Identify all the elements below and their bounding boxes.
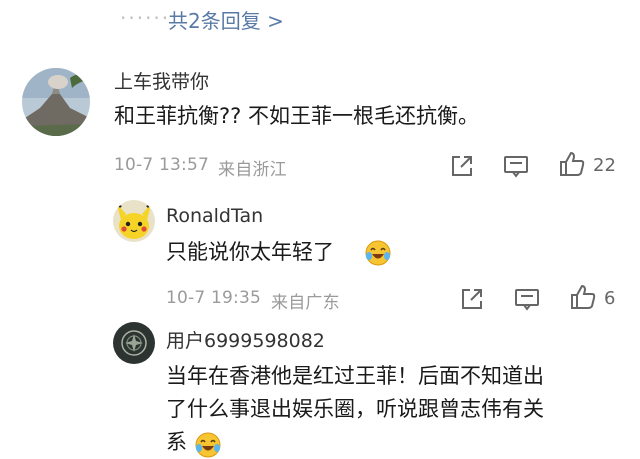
thumbs-up-icon: [571, 284, 596, 309]
comment-time: 10-7 19:35: [166, 288, 261, 308]
comment-button[interactable]: [503, 154, 529, 178]
comment-text: 和王菲抗衡?? 不如王菲一根毛还抗衡。: [114, 104, 479, 128]
like-button[interactable]: [558, 150, 586, 178]
share-icon: [462, 289, 482, 309]
share-button[interactable]: [450, 154, 474, 178]
avatar[interactable]: [113, 200, 155, 242]
comment-location: 来自广东: [271, 293, 340, 313]
pikachu-avatar-icon: [113, 200, 155, 242]
laughing-crying-emoji: [364, 239, 392, 267]
comment-text: 只能说你太年轻了: [166, 240, 334, 264]
dark-badge-avatar-icon: [113, 322, 155, 364]
comment-button[interactable]: [514, 287, 540, 311]
reply-count-link[interactable]: 共2条回复 >: [168, 5, 284, 34]
comment-username[interactable]: 上车我带你: [114, 67, 209, 94]
comment-username[interactable]: 用户6999598082: [166, 326, 325, 353]
comment-time: 10-7 13:57: [114, 155, 209, 175]
comment-text-line-1: 当年在香港他是红过王菲！后面不知道出: [166, 364, 544, 388]
avatar[interactable]: [113, 322, 155, 364]
comment-icon: [504, 156, 528, 178]
thumbs-up-icon: [560, 151, 585, 176]
comment-username[interactable]: RonaldTan: [166, 205, 263, 227]
comment-location: 来自浙江: [218, 160, 287, 180]
avatar[interactable]: [22, 68, 90, 136]
like-count: 22: [593, 155, 616, 176]
comment-icon: [515, 289, 539, 311]
like-button[interactable]: [569, 283, 597, 311]
comment-text-line-2: 了什么事退出娱乐圈，听说跟曾志伟有关: [166, 397, 544, 421]
laughing-crying-emoji-icon: [365, 240, 391, 266]
share-button[interactable]: [460, 287, 484, 311]
like-count: 6: [604, 288, 616, 309]
comment-text-line-3: 系: [166, 430, 187, 454]
ellipsis-dots: ······: [120, 6, 171, 30]
laughing-crying-emoji: [194, 431, 222, 459]
share-icon: [452, 156, 472, 176]
volcano-avatar-icon: [22, 68, 90, 136]
laughing-crying-emoji-icon: [195, 432, 221, 458]
